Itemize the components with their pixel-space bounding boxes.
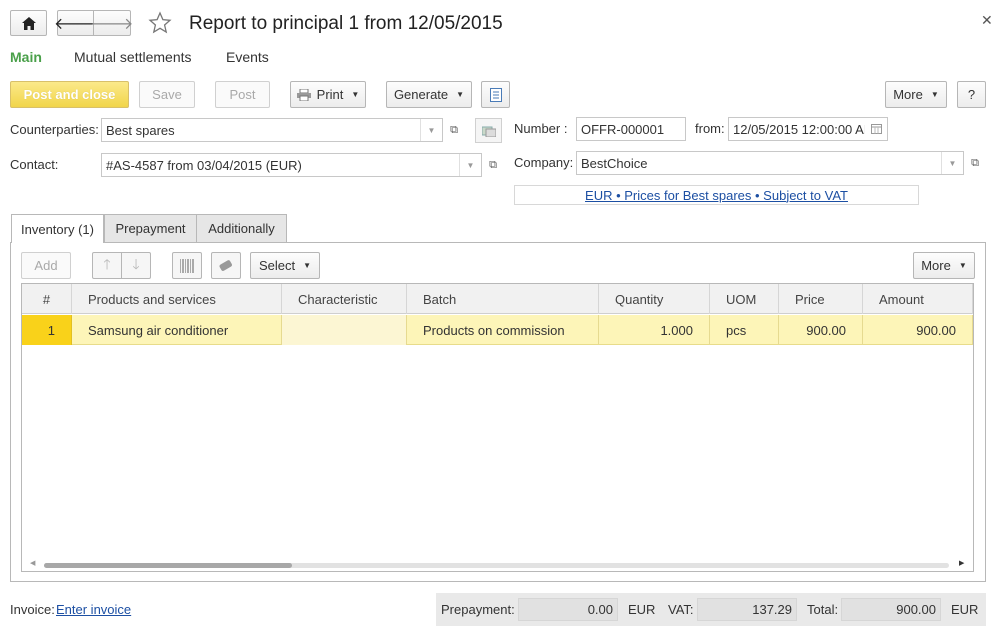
arrow-up-icon: 🡑 — [103, 255, 111, 272]
tab-prepayment[interactable]: Prepayment — [104, 214, 197, 242]
column-header-number[interactable]: # — [22, 284, 72, 314]
table-row[interactable]: 1 Samsung air conditioner Products on co… — [22, 315, 973, 345]
arrow-right-icon: 🡒 — [90, 15, 134, 33]
total-value: 900.00 — [841, 598, 941, 621]
chevron-down-icon: ▼ — [303, 261, 312, 270]
back-button[interactable]: 🡐 — [54, 10, 97, 36]
more-button[interactable]: More ▼ — [885, 81, 947, 108]
batch-cell[interactable]: Products on commission — [407, 315, 599, 345]
eraser-button[interactable] — [211, 252, 241, 279]
contact-field[interactable]: #AS-4587 from 03/04/2015 (EUR) ▼ — [101, 153, 482, 177]
chevron-down-icon[interactable]: ▼ — [420, 119, 442, 141]
open-icon[interactable]: ⧉ — [445, 119, 463, 141]
tab-events[interactable]: Events — [226, 49, 269, 65]
scroll-right-icon[interactable]: ▶ — [959, 559, 964, 567]
row-number-cell[interactable]: 1 — [22, 315, 72, 345]
prepayment-label: Prepayment: — [441, 602, 515, 617]
home-icon — [21, 16, 36, 30]
total-currency: EUR — [951, 602, 979, 617]
eraser-icon — [219, 259, 232, 271]
column-header-quantity[interactable]: Quantity — [599, 284, 710, 314]
printer-icon — [296, 88, 311, 101]
inventory-table: # Products and services Characteristic B… — [21, 283, 974, 572]
company-label: Company: — [514, 155, 574, 170]
date-field[interactable]: 12/05/2015 12:00:00 AM — [728, 117, 888, 141]
print-button[interactable]: Print ▼ — [290, 81, 366, 108]
prices-vat-link[interactable]: EUR • Prices for Best spares • Subject t… — [585, 188, 848, 203]
uom-cell[interactable]: pcs — [710, 315, 779, 345]
generate-button[interactable]: Generate ▼ — [386, 81, 472, 108]
table-more-button[interactable]: More ▼ — [913, 252, 975, 279]
tab-additionally[interactable]: Additionally — [196, 214, 287, 242]
contact-label: Contact: — [10, 157, 59, 172]
number-field[interactable]: OFFR-000001 — [576, 117, 686, 141]
tab-mutual-settlements[interactable]: Mutual settlements — [74, 49, 192, 65]
calendar-icon[interactable] — [865, 118, 887, 140]
favorite-star-icon[interactable] — [148, 11, 172, 35]
move-down-button[interactable]: 🡓 — [121, 252, 151, 279]
close-icon[interactable]: ✕ — [981, 12, 993, 29]
column-header-batch[interactable]: Batch — [407, 284, 599, 314]
forward-button[interactable]: 🡒 — [90, 10, 134, 36]
from-label: from: — [695, 121, 725, 136]
column-header-price[interactable]: Price — [779, 284, 863, 314]
chevron-down-icon: ▼ — [958, 261, 967, 270]
vat-value: 137.29 — [697, 598, 797, 621]
prepayment-currency: EUR — [628, 602, 656, 617]
select-button[interactable]: Select ▼ — [250, 252, 320, 279]
total-label: Total: — [807, 602, 839, 617]
post-button[interactable]: Post — [215, 81, 270, 108]
document-icon — [489, 87, 502, 102]
counterparties-field[interactable]: Best spares ▼ — [101, 118, 443, 142]
page-title: Report to principal 1 from 12/05/2015 — [189, 13, 503, 34]
add-button[interactable]: Add — [21, 252, 71, 279]
table-header: # Products and services Characteristic B… — [22, 284, 973, 314]
post-and-close-button[interactable]: Post and close — [10, 81, 129, 108]
price-cell[interactable]: 900.00 — [779, 315, 863, 345]
open-icon[interactable]: ⧉ — [966, 152, 984, 174]
invoice-label: Invoice: — [10, 602, 55, 617]
save-button[interactable]: Save — [139, 81, 195, 108]
column-header-characteristic[interactable]: Characteristic — [282, 284, 407, 314]
scrollbar-thumb[interactable] — [44, 563, 292, 568]
prices-vat-panel: EUR • Prices for Best spares • Subject t… — [514, 185, 919, 205]
column-header-uom[interactable]: UOM — [710, 284, 779, 314]
barcode-button[interactable] — [172, 252, 202, 279]
chevron-down-icon: ▼ — [456, 90, 465, 99]
column-header-products[interactable]: Products and services — [72, 284, 282, 314]
chevron-down-icon: ▼ — [930, 90, 939, 99]
characteristic-cell[interactable] — [282, 315, 407, 345]
vat-label: VAT: — [668, 602, 694, 617]
amount-cell[interactable]: 900.00 — [863, 315, 973, 345]
scroll-left-icon[interactable]: ◀ — [30, 559, 35, 567]
product-cell[interactable]: Samsung air conditioner — [72, 315, 282, 345]
number-label: Number : — [514, 121, 568, 136]
move-up-button[interactable]: 🡑 — [92, 252, 122, 279]
document-button[interactable] — [481, 81, 510, 108]
tab-joint — [12, 241, 103, 243]
table-right-edge — [973, 284, 974, 314]
quantity-cell[interactable]: 1.000 — [599, 315, 710, 345]
chevron-down-icon[interactable]: ▼ — [459, 154, 481, 176]
tab-inventory[interactable]: Inventory (1) — [11, 214, 104, 243]
prepayment-value: 0.00 — [518, 598, 618, 621]
arrow-down-icon: 🡓 — [132, 255, 140, 272]
company-field[interactable]: BestChoice ▼ — [576, 151, 964, 175]
help-button[interactable]: ? — [957, 81, 986, 108]
open-icon[interactable]: ⧉ — [484, 154, 502, 176]
horizontal-scrollbar[interactable]: ◀ ▶ — [22, 559, 973, 571]
enter-invoice-link[interactable]: Enter invoice — [56, 602, 131, 617]
tab-main[interactable]: Main — [10, 49, 42, 65]
counterparties-label: Counterparties: — [10, 122, 99, 137]
home-button[interactable] — [10, 10, 47, 36]
chevron-down-icon[interactable]: ▼ — [941, 152, 963, 174]
counterparty-info-icon[interactable] — [475, 118, 502, 143]
chevron-down-icon: ▼ — [351, 90, 360, 99]
barcode-icon — [180, 258, 194, 273]
column-header-amount[interactable]: Amount — [863, 284, 973, 314]
